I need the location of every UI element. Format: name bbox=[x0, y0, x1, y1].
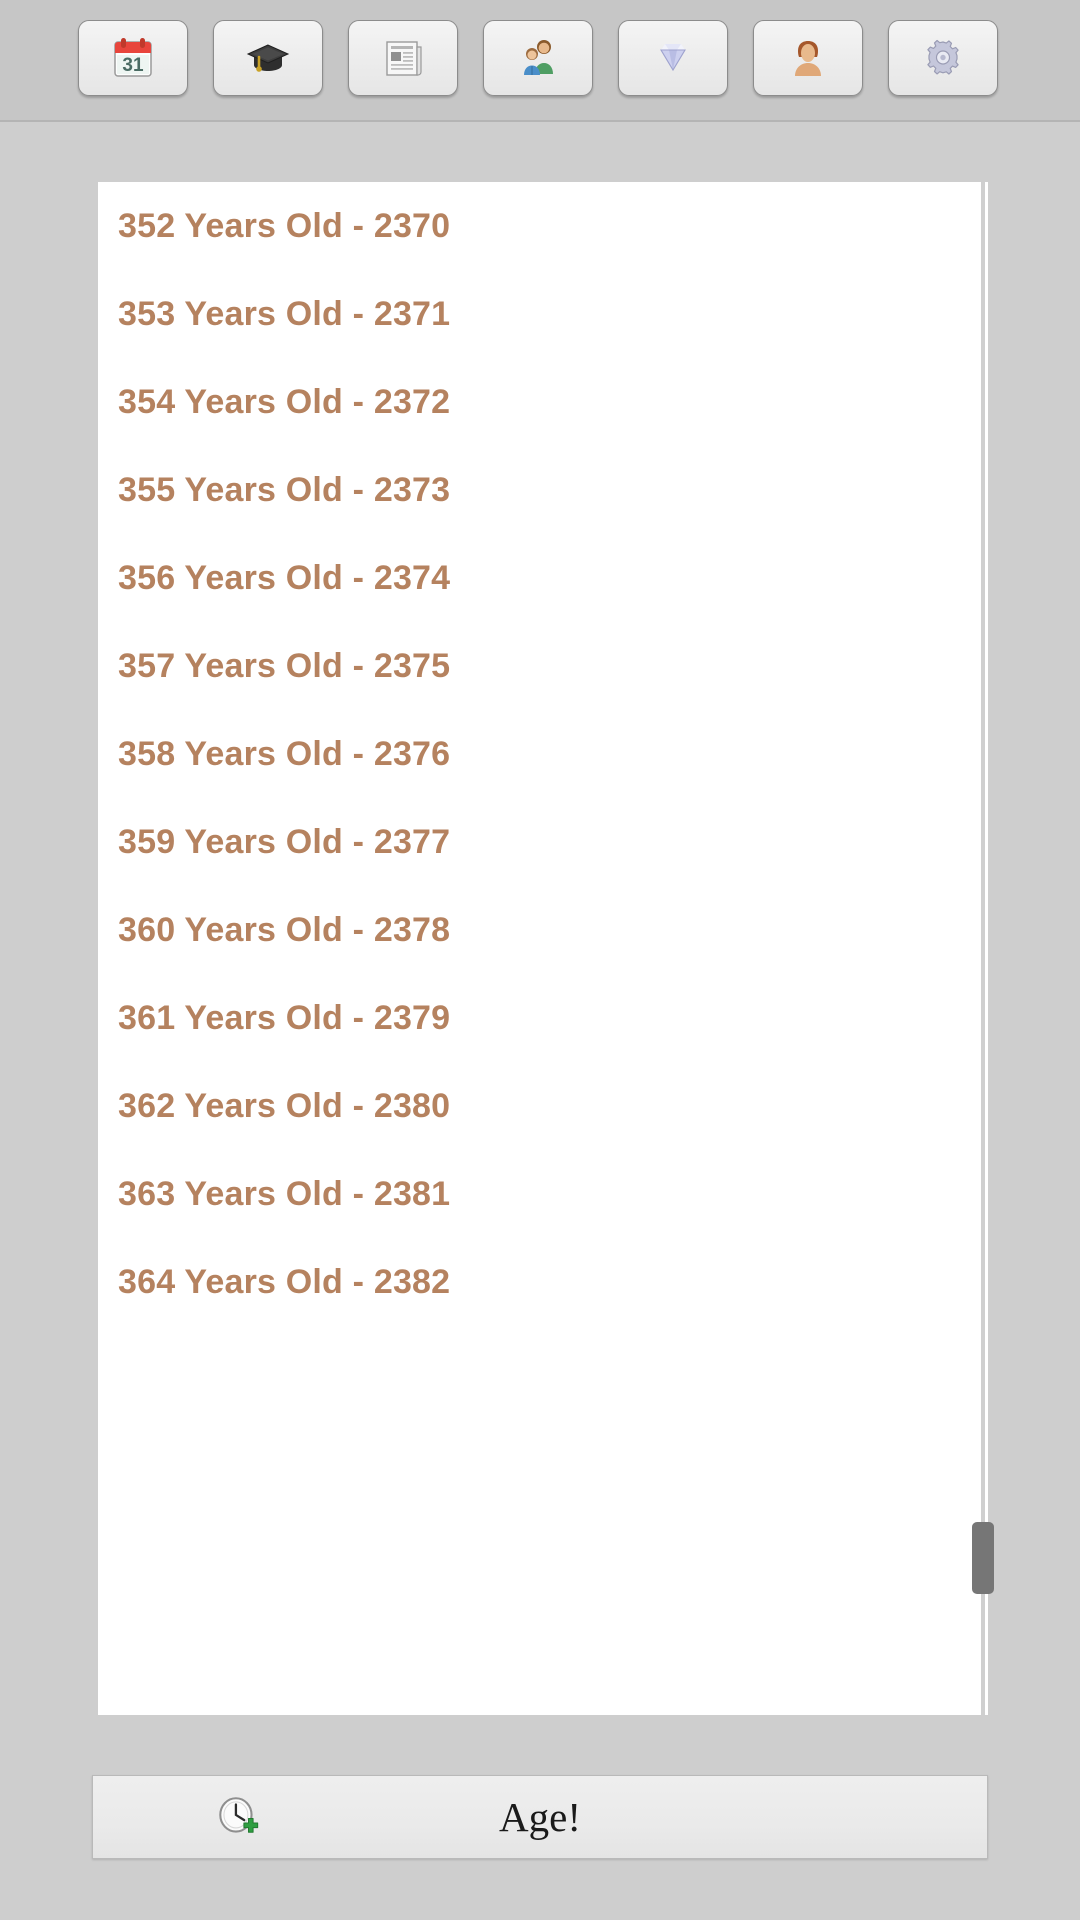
list-item-label: 354 Years Old - 2372 bbox=[118, 383, 450, 421]
list-item[interactable]: 356 Years Old - 2374 bbox=[98, 534, 988, 622]
toolbar-family-button[interactable] bbox=[483, 20, 593, 96]
list-item-label: 364 Years Old - 2382 bbox=[118, 1263, 450, 1301]
list-item[interactable]: 353 Years Old - 2371 bbox=[98, 270, 988, 358]
list-item[interactable]: 358 Years Old - 2376 bbox=[98, 710, 988, 798]
list-item[interactable]: 362 Years Old - 2380 bbox=[98, 1062, 988, 1150]
person-icon bbox=[784, 34, 832, 82]
list-item-label: 362 Years Old - 2380 bbox=[118, 1087, 450, 1125]
gear-icon bbox=[919, 34, 967, 82]
list-item-label: 355 Years Old - 2373 bbox=[118, 471, 450, 509]
list-item[interactable]: 354 Years Old - 2372 bbox=[98, 358, 988, 446]
scrollbar-thumb[interactable] bbox=[972, 1522, 994, 1594]
list-item-label: 359 Years Old - 2377 bbox=[118, 823, 450, 861]
list-item-label: 352 Years Old - 2370 bbox=[118, 207, 450, 245]
svg-text:31: 31 bbox=[122, 55, 144, 76]
list-item[interactable]: 360 Years Old - 2378 bbox=[98, 886, 988, 974]
list-item[interactable]: 352 Years Old - 2370 bbox=[98, 182, 988, 270]
newspaper-icon bbox=[379, 34, 427, 82]
list-item-label: 358 Years Old - 2376 bbox=[118, 735, 450, 773]
list-item[interactable]: 364 Years Old - 2382 bbox=[98, 1238, 988, 1326]
gem-icon bbox=[649, 34, 697, 82]
clock-add-icon bbox=[213, 1792, 263, 1842]
age-button[interactable]: Age! bbox=[92, 1775, 988, 1859]
graduation-cap-icon bbox=[244, 34, 292, 82]
list-item[interactable]: 361 Years Old - 2379 bbox=[98, 974, 988, 1062]
list-item[interactable]: 363 Years Old - 2381 bbox=[98, 1150, 988, 1238]
list-item-label: 360 Years Old - 2378 bbox=[118, 911, 450, 949]
list-item[interactable]: 359 Years Old - 2377 bbox=[98, 798, 988, 886]
toolbar: 31 bbox=[0, 0, 1080, 122]
list-item[interactable]: 357 Years Old - 2375 bbox=[98, 622, 988, 710]
toolbar-gem-button[interactable] bbox=[618, 20, 728, 96]
toolbar-button-group: 31 bbox=[78, 20, 998, 96]
toolbar-education-button[interactable] bbox=[213, 20, 323, 96]
family-icon bbox=[514, 34, 562, 82]
toolbar-calendar-button[interactable]: 31 bbox=[78, 20, 188, 96]
list-item-label: 357 Years Old - 2375 bbox=[118, 647, 450, 685]
toolbar-settings-button[interactable] bbox=[888, 20, 998, 96]
list-item-label: 353 Years Old - 2371 bbox=[118, 295, 450, 333]
list-item-label: 356 Years Old - 2374 bbox=[118, 559, 450, 597]
list-item-label: 361 Years Old - 2379 bbox=[118, 999, 450, 1037]
age-list[interactable]: 352 Years Old - 2370 353 Years Old - 2371… bbox=[98, 182, 988, 1326]
toolbar-newspaper-button[interactable] bbox=[348, 20, 458, 96]
scrollbar-track[interactable] bbox=[981, 182, 985, 1715]
list-item[interactable]: 355 Years Old - 2373 bbox=[98, 446, 988, 534]
calendar-icon: 31 bbox=[109, 34, 157, 82]
age-list-panel: 352 Years Old - 2370 353 Years Old - 2371… bbox=[98, 182, 988, 1715]
vertical-scrollbar[interactable] bbox=[978, 182, 988, 1715]
toolbar-person-button[interactable] bbox=[753, 20, 863, 96]
list-item-label: 363 Years Old - 2381 bbox=[118, 1175, 450, 1213]
